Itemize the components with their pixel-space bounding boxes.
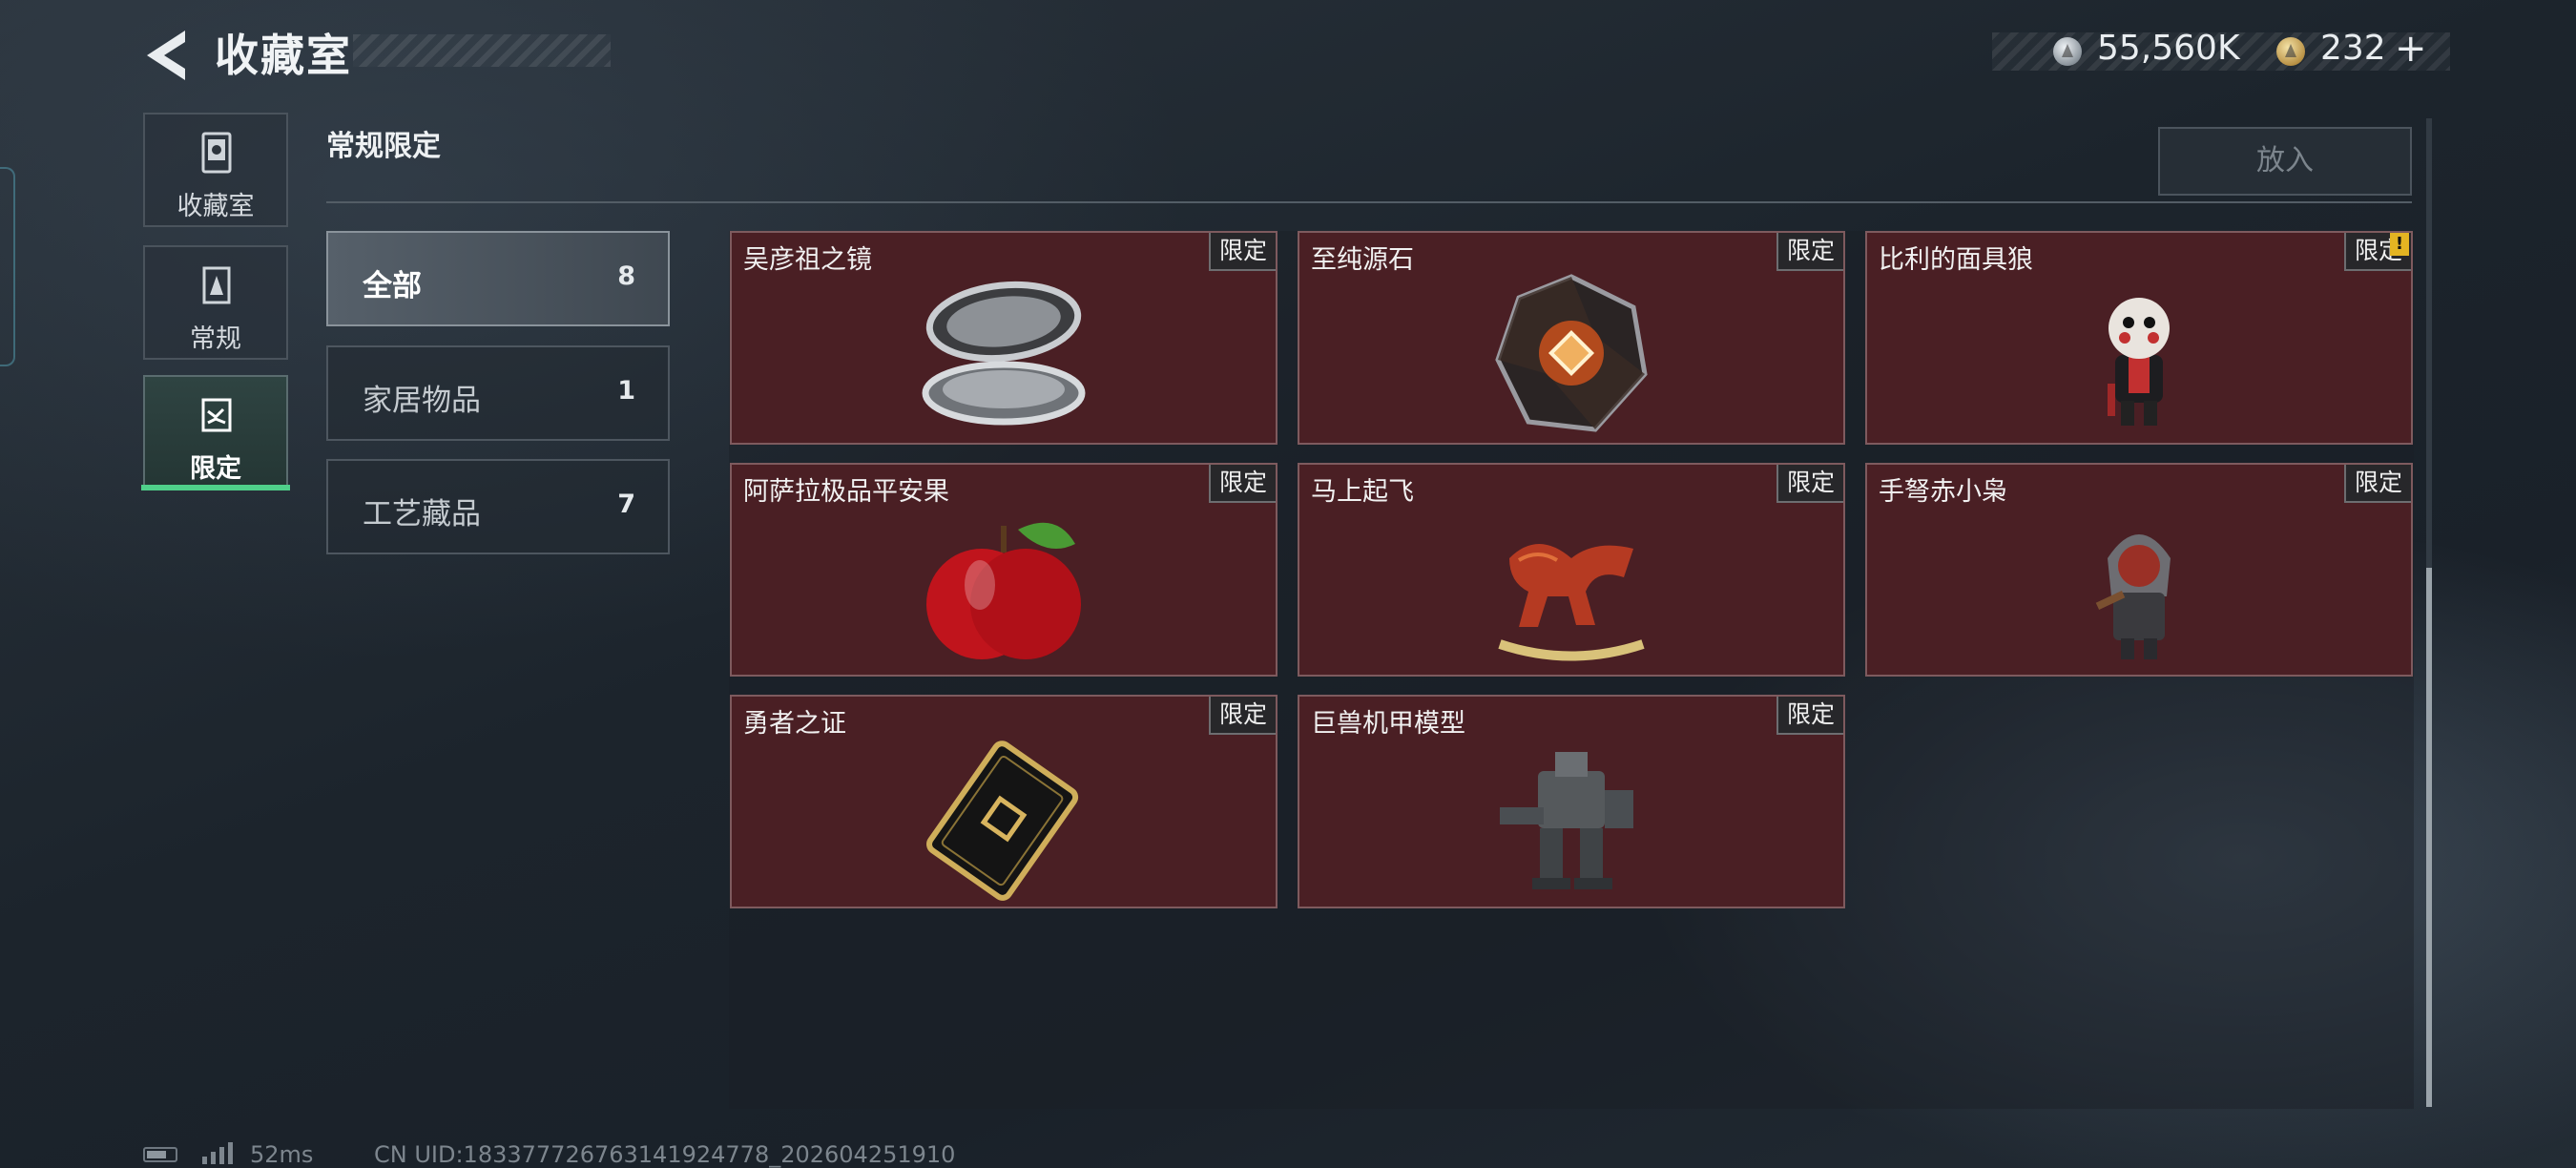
item-name: 马上起飞 <box>1311 477 1414 507</box>
item-name: 比利的面具狼 <box>1879 245 2033 275</box>
silver-amount: 55,560K <box>2097 29 2240 68</box>
item-name: 巨兽机甲模型 <box>1311 709 1465 739</box>
item-card[interactable]: 至纯源石 限定 <box>1298 231 1845 445</box>
selected-indicator <box>141 485 290 490</box>
title-decoration <box>353 34 611 67</box>
item-card[interactable]: 马上起飞 限定 <box>1298 463 1845 677</box>
nav-item-limited[interactable]: 限定 <box>143 375 288 490</box>
page-title: 收藏室 <box>215 30 352 81</box>
nav-item-regular[interactable]: 常规 <box>143 245 288 360</box>
nav-label: 收藏室 <box>177 192 255 221</box>
mech-model-icon <box>1500 752 1633 889</box>
category-label: 工艺藏品 <box>363 497 481 532</box>
uid-text: CN UID:1833777267631419247​78_2026042519… <box>374 1141 956 1168</box>
category-home-items[interactable]: 家居物品 1 <box>326 345 670 441</box>
item-card[interactable]: 手弩赤小枭 限定 <box>1865 463 2413 677</box>
limited-icon <box>201 398 232 432</box>
limited-tag: 限定 <box>1776 697 1843 735</box>
regular-icon <box>202 266 231 304</box>
nav-label: 限定 <box>190 454 241 484</box>
category-count: 1 <box>617 376 635 406</box>
ping-text: 52ms <box>250 1141 314 1168</box>
gold-amount: 232 <box>2320 29 2386 68</box>
item-name: 至纯源石 <box>1311 245 1414 275</box>
gold-coin-icon <box>2276 37 2305 66</box>
item-name: 手弩赤小枭 <box>1879 477 2007 507</box>
edge-glow <box>0 167 15 366</box>
apple-icon <box>926 522 1081 659</box>
card-icon <box>926 740 1079 901</box>
limited-tag: 限定 <box>1776 233 1843 271</box>
limited-tag: 限定 <box>1209 697 1276 735</box>
section-title: 常规限定 <box>326 130 441 163</box>
limited-tag: 限定 <box>1209 233 1276 271</box>
category-count: 8 <box>617 261 635 291</box>
item-card[interactable]: 巨兽机甲模型 限定 <box>1298 695 1845 908</box>
battery-icon <box>143 1147 177 1162</box>
item-card[interactable]: 吴彦祖之镜 限定 <box>730 231 1278 445</box>
category-label: 全部 <box>363 269 422 303</box>
item-card[interactable]: 阿萨拉极品平安果 限定 <box>730 463 1278 677</box>
source-stone-icon <box>1495 274 1648 432</box>
item-card[interactable]: 比利的面具狼 限定 ! <box>1865 231 2413 445</box>
masked-figure-icon <box>2108 298 2170 426</box>
place-button[interactable]: 放入 <box>2158 127 2412 196</box>
item-name: 勇者之证 <box>743 709 846 739</box>
back-arrow-icon <box>147 31 185 80</box>
limited-tag: 限定 <box>1776 465 1843 503</box>
collection-icon <box>201 132 232 174</box>
item-card[interactable]: 勇者之证 限定 <box>730 695 1278 908</box>
rocking-horse-icon <box>1498 544 1645 661</box>
nav-label: 常规 <box>190 324 241 354</box>
limited-tag: 限定 <box>2344 465 2411 503</box>
limited-tag: 限定 <box>1209 465 1276 503</box>
category-crafts[interactable]: 工艺藏品 7 <box>326 459 670 554</box>
back-button[interactable] <box>143 27 191 84</box>
hooded-figure-icon <box>2095 534 2171 659</box>
scrollbar-thumb[interactable] <box>2426 568 2432 1107</box>
signal-icon <box>202 1142 233 1164</box>
item-name: 吴彦祖之镜 <box>743 245 872 275</box>
category-all[interactable]: 全部 8 <box>326 231 670 326</box>
silver-coin-icon <box>2053 37 2082 66</box>
warning-badge: ! <box>2390 233 2409 256</box>
category-label: 家居物品 <box>363 384 481 418</box>
category-count: 7 <box>617 490 635 519</box>
add-currency-button[interactable]: + <box>2395 27 2427 71</box>
divider <box>326 201 2412 203</box>
nav-item-collection[interactable]: 收藏室 <box>143 113 288 227</box>
compact-mirror-icon <box>922 281 1086 426</box>
